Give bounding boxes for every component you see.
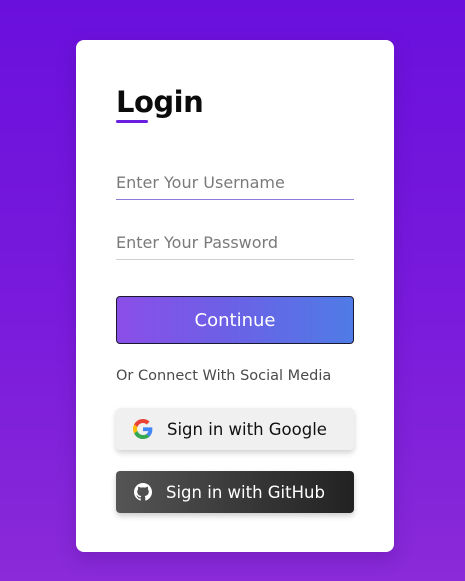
google-icon bbox=[133, 419, 153, 439]
google-signin-label: Sign in with Google bbox=[167, 419, 327, 439]
google-signin-button[interactable]: Sign in with Google bbox=[116, 408, 354, 450]
continue-button[interactable]: Continue bbox=[116, 296, 354, 344]
github-icon bbox=[133, 482, 153, 502]
social-prompt: Or Connect With Social Media bbox=[116, 368, 332, 384]
github-signin-button[interactable]: Sign in with GitHub bbox=[116, 471, 354, 513]
github-signin-label: Sign in with GitHub bbox=[166, 482, 325, 502]
title-underline bbox=[116, 120, 148, 123]
username-input[interactable] bbox=[116, 166, 354, 200]
password-input[interactable] bbox=[116, 226, 354, 260]
login-card: Login Continue Or Connect With Social Me… bbox=[76, 40, 394, 552]
page-title: Login bbox=[116, 85, 204, 119]
continue-button-label: Continue bbox=[194, 309, 276, 331]
